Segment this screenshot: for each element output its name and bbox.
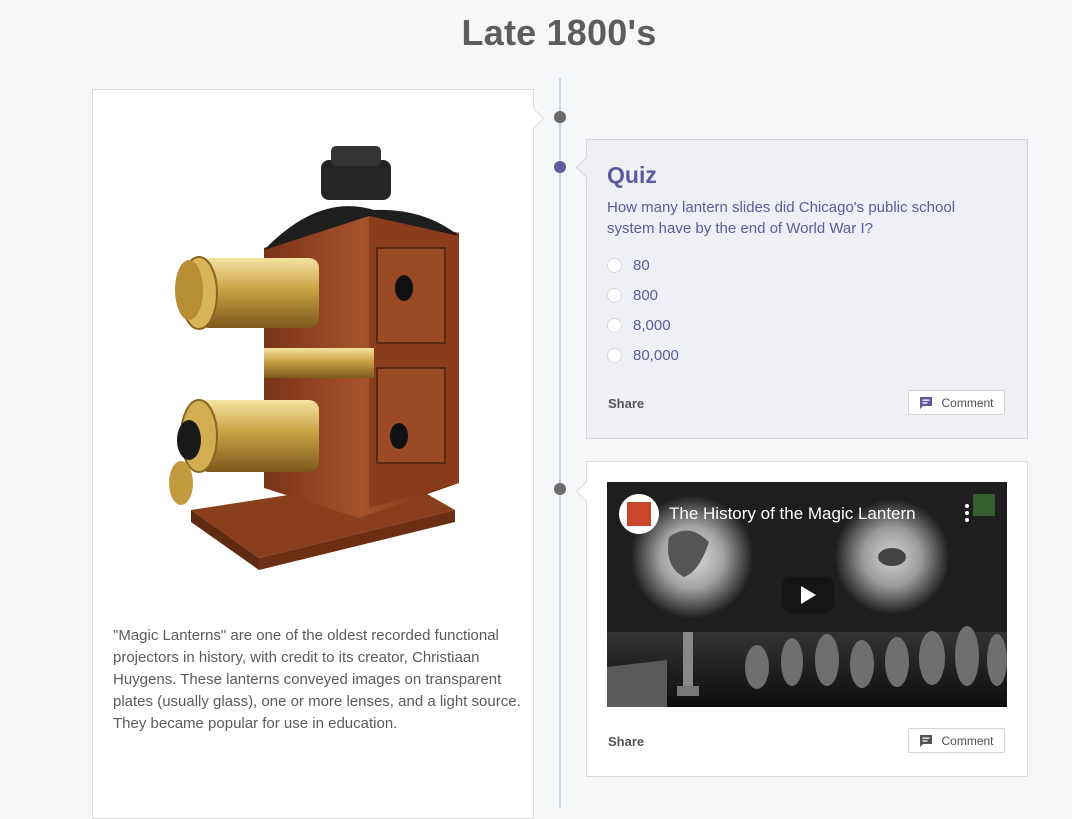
share-link[interactable]: Share: [608, 396, 644, 411]
quiz-question: How many lantern slides did Chicago's pu…: [607, 199, 956, 237]
option-label: 80: [633, 256, 650, 274]
comment-icon: [920, 397, 933, 409]
video-title[interactable]: The History of the Magic Lantern: [669, 504, 916, 524]
quiz-options: 80 800 8,000 80,000: [607, 250, 679, 370]
option-label: 80,000: [633, 346, 679, 364]
quiz-option[interactable]: 8,000: [607, 310, 679, 340]
video-player[interactable]: The History of the Magic Lantern: [607, 482, 1007, 707]
page-title: Late 1800's: [461, 12, 657, 53]
quiz-option[interactable]: 800: [607, 280, 679, 310]
channel-logo[interactable]: [619, 494, 659, 534]
radio-button[interactable]: [607, 287, 622, 303]
comment-button[interactable]: Comment: [908, 390, 1005, 415]
timeline-dot: [554, 111, 566, 123]
radio-button[interactable]: [607, 347, 622, 363]
magic-lantern-image: [169, 146, 459, 570]
channel-logo-mark: [627, 502, 651, 526]
watermark-logo: [973, 494, 995, 516]
comment-button[interactable]: Comment: [908, 728, 1005, 753]
option-label: 800: [633, 286, 659, 304]
quiz-title: Quiz: [607, 162, 657, 188]
quiz-option[interactable]: 80: [607, 250, 679, 280]
radio-button[interactable]: [607, 317, 622, 333]
image-card: "Magic Lanterns" are one of the oldest r…: [92, 89, 545, 819]
timeline-dot-active: [554, 161, 566, 173]
radio-button[interactable]: [607, 257, 622, 273]
comment-label: Comment: [941, 395, 994, 410]
share-link[interactable]: Share: [608, 734, 644, 749]
description-text: "Magic Lanterns" are one of the oldest r…: [113, 627, 521, 732]
quiz-card: Quiz How many lantern slides did Chicago…: [575, 139, 1028, 439]
video-card: The History of the Magic Lantern Share C…: [575, 461, 1028, 777]
comment-icon: [920, 735, 933, 747]
quiz-option[interactable]: 80,000: [607, 340, 679, 370]
timeline-dot: [554, 483, 566, 495]
card-pointer: [522, 107, 545, 130]
more-options-icon[interactable]: [965, 504, 969, 525]
comment-label: Comment: [941, 733, 994, 748]
card-pointer: [575, 480, 598, 503]
card-pointer: [575, 156, 598, 179]
play-icon: [801, 586, 816, 604]
timeline-line: [559, 78, 561, 808]
play-button[interactable]: [782, 577, 834, 613]
option-label: 8,000: [633, 316, 671, 334]
